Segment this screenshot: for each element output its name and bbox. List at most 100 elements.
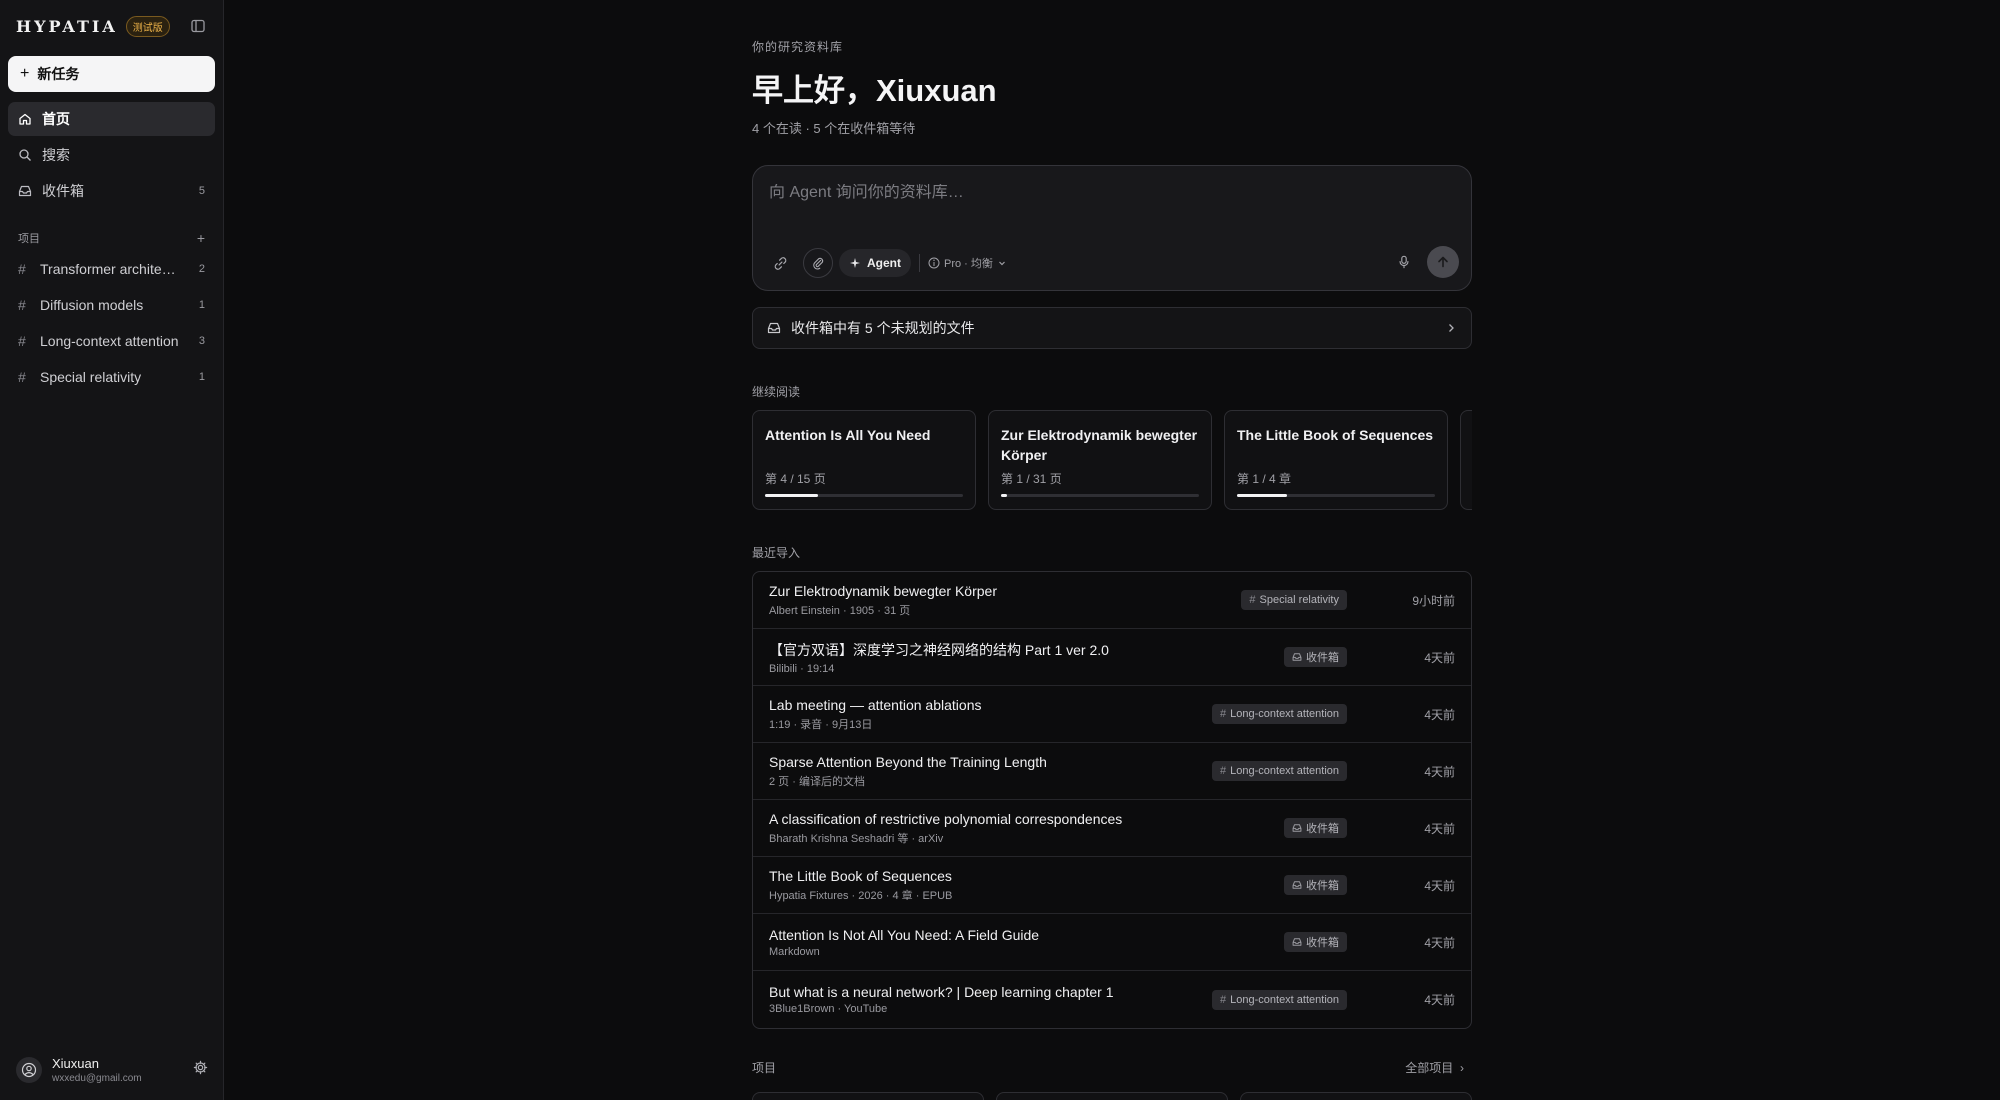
row-text: Zur Elektrodynamik bewegter Körper Albert… xyxy=(769,583,1241,618)
main-content: 你的研究资料库 早上好，Xiuxuan 4 个在读 · 5 个在收件箱等待 Ag… xyxy=(224,0,2000,1100)
row-time: 4天前 xyxy=(1424,935,1455,950)
avatar xyxy=(16,1057,42,1083)
continue-reading-cards: Attention Is All You Need 第 4 / 15 页 Zur… xyxy=(752,410,1472,510)
hash-icon: # xyxy=(18,333,26,349)
recent-import-row[interactable]: But what is a neural network? | Deep lea… xyxy=(753,971,1471,1028)
row-subtitle: Markdown xyxy=(769,945,820,958)
hash-icon: # xyxy=(18,369,26,385)
project-tag[interactable]: # Long-context attention xyxy=(1212,761,1347,781)
recent-import-row[interactable]: Attention Is Not All You Need: A Field G… xyxy=(753,914,1471,971)
composer-toolbar-right xyxy=(1389,246,1459,278)
project-tag[interactable]: # Long-context attention xyxy=(1212,989,1347,1010)
inbox-icon xyxy=(18,185,32,197)
reading-card-progress-text: 第 4 / 15 页 xyxy=(765,472,826,486)
row-time: 4天前 xyxy=(1424,878,1455,893)
recent-import-row[interactable]: Sparse Attention Beyond the Training Len… xyxy=(753,743,1471,800)
reading-card-progress-text: 第 1 / 4 章 xyxy=(1237,472,1292,486)
row-time: 4天前 xyxy=(1424,993,1455,1007)
recent-import-row[interactable]: The Little Book of Sequences Hypatia Fixt… xyxy=(753,857,1471,914)
add-project-icon[interactable]: + xyxy=(197,230,205,246)
row-text: The Little Book of Sequences Hypatia Fixt… xyxy=(769,868,1284,903)
microphone-icon[interactable] xyxy=(1389,247,1419,277)
project-card[interactable] xyxy=(1240,1092,1472,1100)
hash-icon: # xyxy=(18,261,26,277)
link-icon[interactable] xyxy=(765,248,795,278)
reading-card-title: The Little Book of Sequences xyxy=(1237,427,1434,443)
all-projects-label: 全部项目 xyxy=(1405,1061,1454,1075)
inbox-banner-text: 收件箱中有 5 个未规划的文件 xyxy=(791,320,975,336)
inbox-icon xyxy=(1292,653,1302,661)
recent-import-row[interactable]: Lab meeting — attention ablations 1:19 · … xyxy=(753,686,1471,743)
recent-import-row[interactable]: A classification of restrictive polynomi… xyxy=(753,800,1471,857)
reading-progress-bar xyxy=(765,494,963,497)
recent-imports-heading: 最近导入 xyxy=(752,546,801,560)
row-subtitle: Albert Einstein · 1905 · 31 页 xyxy=(769,604,911,617)
main-nav: 首页 搜索 收件箱 5 xyxy=(0,102,223,208)
reading-card-title: Zur Elektrodynamik bewegter Körper xyxy=(1001,427,1198,463)
nav-item-inbox[interactable]: 收件箱 5 xyxy=(8,174,215,208)
row-title: Zur Elektrodynamik bewegter Körper xyxy=(769,582,997,599)
reading-card-partial[interactable] xyxy=(1460,410,1472,510)
all-projects-link[interactable]: 全部项目 › xyxy=(1405,1059,1464,1076)
inbox-tag[interactable]: 收件箱 xyxy=(1284,875,1347,895)
row-subtitle: Hypatia Fixtures · 2026 · 4 章 · EPUB xyxy=(769,889,953,902)
inbox-icon xyxy=(1292,824,1302,832)
row-title: Lab meeting — attention ablations xyxy=(769,696,982,713)
row-subtitle: 3Blue1Brown · YouTube xyxy=(769,1003,888,1015)
gear-icon[interactable] xyxy=(193,1060,208,1080)
project-count: 3 xyxy=(198,335,205,347)
reading-card[interactable]: The Little Book of Sequences 第 1 / 4 章 xyxy=(1224,410,1448,510)
project-list: # Transformer architecture 2 # Diffusion… xyxy=(0,252,223,394)
nav-label: 收件箱 xyxy=(42,183,84,199)
project-name: Long-context attention xyxy=(40,333,179,349)
project-card[interactable] xyxy=(752,1092,984,1100)
user-profile[interactable]: Xiuxuan wxxedu@gmail.com xyxy=(0,1052,224,1088)
recent-imports-list: Zur Elektrodynamik bewegter Körper Albert… xyxy=(752,571,1472,1029)
new-task-button[interactable]: + 新任务 xyxy=(8,56,215,92)
sidebar-item-project[interactable]: # Diffusion models 1 xyxy=(8,288,215,322)
project-tag[interactable]: # Long-context attention xyxy=(1212,704,1347,724)
recent-import-row[interactable]: 【官方双语】深度学习之神经网络的结构 Part 1 ver 2.0 Bilibil… xyxy=(753,629,1471,686)
reading-summary: 4 个在读 · 5 个在收件箱等待 xyxy=(752,121,916,136)
sidebar-collapse-icon[interactable] xyxy=(189,17,207,35)
inbox-tag[interactable]: 收件箱 xyxy=(1284,647,1347,667)
send-button[interactable] xyxy=(1427,246,1459,278)
user-info: Xiuxuan wxxedu@gmail.com xyxy=(52,1056,142,1084)
tag-label: Long-context attention xyxy=(1230,993,1339,1006)
paperclip-icon[interactable] xyxy=(803,248,833,278)
library-eyebrow: 你的研究资料库 xyxy=(752,40,844,54)
row-time: 9小时前 xyxy=(1412,593,1455,608)
reading-card[interactable]: Zur Elektrodynamik bewegter Körper 第 1 /… xyxy=(988,410,1212,510)
sidebar-item-project[interactable]: # Special relativity 1 xyxy=(8,360,215,394)
hash-icon: # xyxy=(18,297,26,313)
row-subtitle: 1:19 · 录音 · 9月13日 xyxy=(769,718,873,731)
projects-heading: 项目 xyxy=(752,1061,777,1075)
sidebar-item-project[interactable]: # Transformer architecture 2 xyxy=(8,252,215,286)
row-text: 【官方双语】深度学习之神经网络的结构 Part 1 ver 2.0 Bilibil… xyxy=(769,640,1284,675)
model-selector[interactable]: Pro · 均衡 xyxy=(928,255,1007,271)
inbox-unplanned-banner[interactable]: 收件箱中有 5 个未规划的文件 xyxy=(752,307,1472,349)
nav-item-search[interactable]: 搜索 xyxy=(8,138,215,172)
agent-mode-toggle[interactable]: Agent xyxy=(839,249,911,277)
inbox-tag[interactable]: 收件箱 xyxy=(1284,932,1347,952)
nav-item-home[interactable]: 首页 xyxy=(8,102,215,136)
model-label: Pro · 均衡 xyxy=(944,258,993,270)
row-subtitle: Bilibili · 19:14 xyxy=(769,662,835,675)
row-time: 4天前 xyxy=(1424,707,1455,722)
reading-card[interactable]: Attention Is All You Need 第 4 / 15 页 xyxy=(752,410,976,510)
reading-progress-fill xyxy=(765,494,819,497)
tag-label: Special relativity xyxy=(1259,594,1339,606)
row-title: A classification of restrictive polynomi… xyxy=(769,810,1123,827)
reading-progress-fill xyxy=(1001,494,1007,497)
agent-query-input[interactable] xyxy=(769,184,1449,202)
project-tag[interactable]: # Special relativity xyxy=(1241,590,1347,610)
tag-label: Long-context attention xyxy=(1230,708,1339,720)
sidebar-item-project[interactable]: # Long-context attention 3 xyxy=(8,324,215,358)
inbox-tag[interactable]: 收件箱 xyxy=(1284,818,1347,838)
project-card[interactable] xyxy=(996,1092,1228,1100)
row-title: Sparse Attention Beyond the Training Len… xyxy=(769,753,1047,770)
reading-progress-fill xyxy=(1237,494,1287,497)
hash-icon: # xyxy=(1220,765,1227,777)
info-icon xyxy=(928,257,940,269)
recent-import-row[interactable]: Zur Elektrodynamik bewegter Körper Albert… xyxy=(753,572,1471,629)
